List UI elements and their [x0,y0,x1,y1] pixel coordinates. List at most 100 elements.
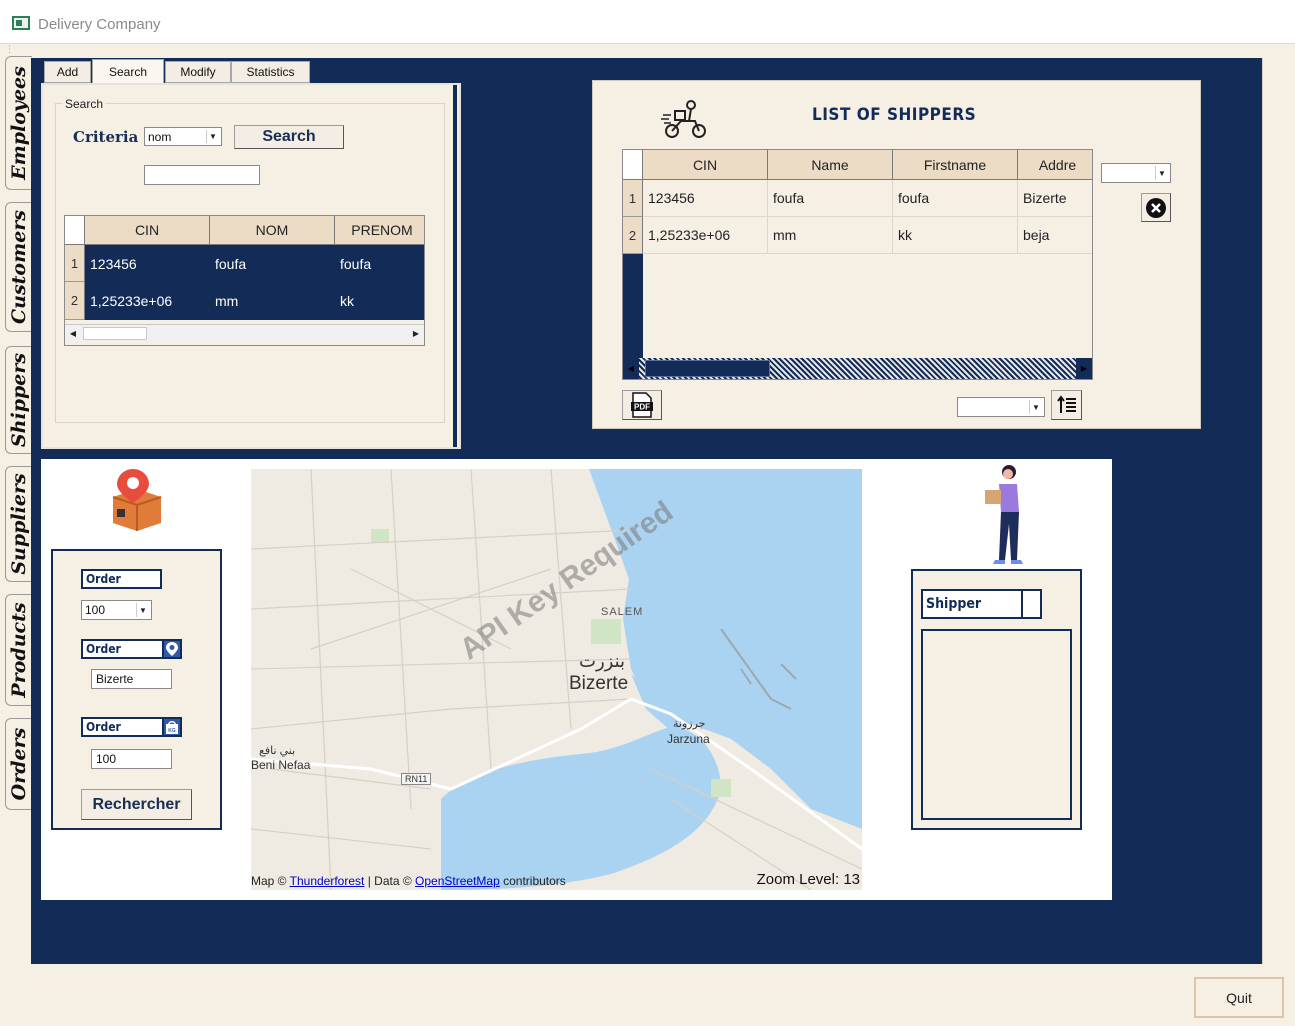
thunderforest-link[interactable]: Thunderforest [290,874,365,888]
quit-button[interactable]: Quit [1194,977,1284,1018]
search-button[interactable]: Search [234,125,344,149]
right-strip [1262,58,1290,964]
svg-text:PDF: PDF [634,403,650,412]
map-view[interactable]: API Key Required بنزرت Bizerte SALEM جرز… [251,469,862,890]
horizontal-scrollbar[interactable]: ◀ ▶ [623,358,1092,379]
vtab-products[interactable]: Products [5,594,32,706]
table-cell[interactable]: Bizerte [1018,180,1092,217]
column-header[interactable]: Name [768,150,893,180]
row-header[interactable]: 1 [65,245,85,282]
order-location-label: Order [81,639,182,659]
column-header[interactable]: PRENOM [335,216,424,245]
scroll-right-icon[interactable]: ▶ [408,325,424,341]
column-header[interactable]: NOM [210,216,335,245]
delivery-person-icon [985,465,1023,564]
vtab-orders[interactable]: Orders [5,718,32,810]
table-cell[interactable]: beja [1018,217,1092,254]
vertical-tab-bar: Employees Customers Shippers Suppliers P… [2,56,32,816]
map-credit: Map © Thunderforest | Data © OpenStreetM… [251,874,566,888]
search-input[interactable] [144,165,260,185]
tab-add[interactable]: Add [44,61,91,83]
table-cell[interactable]: 123456 [643,180,768,217]
pdf-export-button[interactable]: PDF [622,390,662,420]
sort-list-icon [1056,395,1076,413]
row-header[interactable]: 2 [623,217,643,254]
package-location-icon [112,469,162,531]
sort-select[interactable]: ▼ [957,397,1045,417]
shipper-select-button[interactable] [1021,589,1042,619]
shipper-list[interactable] [921,629,1072,820]
map-label-salem: SALEM [601,606,644,618]
table-cell[interactable]: foufa [210,245,335,282]
tab-statistics[interactable]: Statistics [231,61,310,83]
shippers-filter-select[interactable]: ▼ [1101,163,1171,183]
openstreetmap-link[interactable]: OpenStreetMap [415,874,500,888]
order-search-box: Order 100 ▼ Order Bizerte Order KG 100 R… [51,549,222,830]
scroll-left-icon[interactable]: ◀ [623,358,639,379]
sort-button[interactable] [1051,390,1082,420]
shippers-table[interactable]: CIN Name Firstname Addre 1 123456 foufa … [622,149,1093,380]
criteria-select[interactable]: nom ▼ [144,127,222,146]
table-cell[interactable]: mm [210,282,335,320]
order-weight-label: Order KG [81,717,182,737]
window-title: Delivery Company [38,16,161,33]
scroll-thumb[interactable] [645,360,770,377]
map-road-label: RN11 [401,773,432,785]
chevron-down-icon: ▼ [136,603,149,617]
weight-bag-icon: KG [162,717,182,737]
order-weight-input[interactable]: 100 [91,749,172,769]
vtab-suppliers[interactable]: Suppliers [5,466,32,582]
tab-modify[interactable]: Modify [165,61,231,83]
shippers-panel: LIST OF SHIPPERS CIN Name Firstname Addr… [592,80,1201,429]
shipper-box: Shipper [911,569,1082,830]
table-cell[interactable]: 1,25233e+06 [85,282,210,320]
column-header[interactable]: Addre [1018,150,1092,180]
location-pin-icon [162,639,182,659]
map-tiles [251,469,862,890]
app-icon [12,16,30,30]
search-panel: Search Criteria nom ▼ Search CIN NOM PRE… [41,83,461,449]
scroll-right-icon[interactable]: ▶ [1076,358,1092,379]
delivery-scooter-icon [661,100,706,138]
search-group-label: Search [63,97,106,111]
vtab-shippers[interactable]: Shippers [5,346,32,454]
shippers-title: LIST OF SHIPPERS [812,105,977,125]
column-header[interactable]: Firstname [893,150,1018,180]
map-label-bizerte: Bizerte [569,673,629,694]
close-icon [1146,197,1166,218]
scroll-thumb[interactable] [83,327,147,340]
column-header[interactable]: CIN [85,216,210,245]
row-header[interactable]: 2 [65,282,85,320]
vtab-employees[interactable]: Employees [5,56,32,190]
table-cell[interactable]: foufa [893,180,1018,217]
order-quantity-select[interactable]: 100 ▼ [81,600,152,620]
scroll-left-icon[interactable]: ◀ [65,325,81,341]
table-cell[interactable]: mm [768,217,893,254]
vtab-customers[interactable]: Customers [5,202,32,332]
table-cell[interactable]: 123456 [85,245,210,282]
row-header[interactable]: 1 [623,180,643,217]
map-label-jarzuna-ar: جرزونة [673,718,706,730]
map-label-ar: بنزرت [579,651,626,671]
order-map-panel: Order 100 ▼ Order Bizerte Order KG 100 R… [41,459,1112,900]
table-cell[interactable]: kk [335,282,424,320]
column-header[interactable]: CIN [643,150,768,180]
table-cell[interactable]: kk [893,217,1018,254]
close-button[interactable] [1141,193,1171,222]
rechercher-button[interactable]: Rechercher [81,789,192,820]
chevron-down-icon: ▼ [1155,166,1168,180]
table-cell[interactable]: foufa [768,180,893,217]
table-cell[interactable]: foufa [335,245,424,282]
svg-text:KG: KG [168,728,176,734]
table-cell[interactable]: 1,25233e+06 [643,217,768,254]
search-results-table[interactable]: CIN NOM PRENOM 1 123456 foufa foufa 2 1,… [64,215,425,346]
order-location-input[interactable]: Bizerte [91,669,172,689]
shipper-label: Shipper [921,589,1042,619]
map-label-beni-nefaa-ar: بني نافع [259,745,296,757]
horizontal-scrollbar[interactable]: ◀ ▶ [65,324,424,341]
grip-icon: ⋮ [5,44,14,54]
tab-search[interactable]: Search [92,59,164,83]
pdf-icon: PDF [631,392,653,418]
order-label: Order [81,569,162,589]
chevron-down-icon: ▼ [1029,400,1042,414]
